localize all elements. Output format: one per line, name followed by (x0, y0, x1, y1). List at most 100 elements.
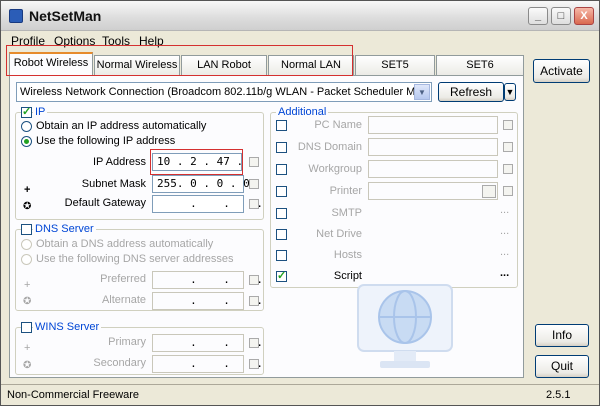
menu-tools[interactable]: Tools (102, 34, 130, 48)
smtp-more-button[interactable]: ... (500, 204, 509, 216)
pc-name-field[interactable] (368, 116, 498, 134)
wins-secondary-label: Secondary (93, 357, 146, 369)
profile-panel: Wireless Network Connection (Broadcom 80… (9, 75, 524, 378)
workgroup-history-icon[interactable] (503, 164, 513, 174)
additional-group-title: Additional (276, 106, 329, 118)
default-gateway-label: Default Gateway (64, 197, 146, 209)
subnet-mask-field[interactable]: 255. 0 . 0 . 0 (152, 175, 250, 193)
pc-name-history-icon[interactable] (503, 120, 513, 130)
menu-profile[interactable]: Profile (11, 34, 45, 48)
refresh-menu-button[interactable]: ▼ (504, 83, 516, 101)
status-bar: Non-Commercial Freeware 2.5.1 (1, 384, 599, 405)
wins-primary-label: Primary (108, 336, 146, 348)
dns-domain-history-icon[interactable] (503, 142, 513, 152)
app-icon (9, 9, 23, 23)
ip-auto-radio[interactable] (21, 121, 32, 132)
maximize-button[interactable]: □ (551, 7, 571, 25)
wins-secondary-field[interactable]: . . . (152, 355, 263, 373)
net-drive-more-button[interactable]: ... (500, 225, 509, 237)
pc-name-label: PC Name (314, 119, 362, 131)
dns-manual-radio[interactable] (21, 254, 32, 265)
ip-group-title: IP (33, 106, 48, 118)
wins-checkbox[interactable] (21, 322, 32, 333)
subnet-history-icon[interactable] (249, 179, 259, 189)
chevron-down-icon: ▼ (414, 84, 430, 100)
dns-checkbox[interactable] (21, 224, 32, 235)
activate-button[interactable]: Activate (533, 59, 590, 83)
hosts-checkbox[interactable] (276, 250, 287, 261)
wins-plus-icon[interactable]: + (24, 342, 30, 354)
window-title: NetSetMan (29, 8, 102, 24)
minimize-button[interactable]: _ (528, 7, 548, 25)
adapter-select[interactable]: Wireless Network Connection (Broadcom 80… (16, 82, 432, 102)
dns-domain-checkbox[interactable] (276, 142, 287, 153)
printer-history-icon[interactable] (503, 186, 513, 196)
dns-domain-field[interactable] (368, 138, 498, 156)
dns-group-title: DNS Server (33, 223, 96, 235)
alternate-history-icon[interactable] (249, 296, 259, 306)
tab-normal-lan[interactable]: Normal LAN (268, 55, 354, 75)
dns-auto-radio[interactable] (21, 239, 32, 250)
ip-manual-radio[interactable] (21, 136, 32, 147)
smtp-label: SMTP (331, 207, 362, 219)
tab-lan-robot[interactable]: LAN Robot (181, 55, 267, 75)
alternate-dns-label: Alternate (101, 294, 146, 306)
gateway-history-icon[interactable] (249, 199, 259, 209)
ip-address-field[interactable]: 10 . 2 . 47 . 6 (152, 153, 256, 171)
quit-button[interactable]: Quit (535, 355, 589, 378)
menu-bar: Profile Options Tools Help (1, 32, 599, 49)
dns-clock-icon[interactable]: ✪ (23, 296, 31, 307)
subnet-mask-label: Subnet Mask (81, 178, 146, 190)
ip-auto-label: Obtain an IP address automatically (36, 120, 207, 132)
hosts-label: Hosts (333, 249, 362, 261)
printer-select[interactable] (368, 182, 498, 200)
workgroup-checkbox[interactable] (276, 164, 287, 175)
dns-auto-label: Obtain a DNS address automatically (36, 238, 214, 250)
tab-normal-wireless[interactable]: Normal Wireless (94, 55, 180, 75)
ip-history-icon[interactable] (249, 157, 259, 167)
dns-domain-label: DNS Domain (297, 141, 362, 153)
workgroup-field[interactable] (368, 160, 498, 178)
plus-icon[interactable]: + (24, 184, 30, 196)
printer-chevron-down-icon[interactable] (482, 185, 496, 198)
wins-group-title: WINS Server (33, 321, 102, 333)
printer-label: Printer (329, 185, 362, 197)
default-gateway-field[interactable]: . . . (152, 195, 263, 213)
info-button[interactable]: Info (535, 324, 589, 347)
hosts-more-button[interactable]: ... (500, 246, 509, 258)
dns-plus-icon[interactable]: + (24, 279, 30, 291)
menu-options[interactable]: Options (54, 34, 95, 48)
license-status: Non-Commercial Freeware (7, 389, 140, 401)
close-button[interactable]: X (574, 7, 594, 25)
pc-name-checkbox[interactable] (276, 120, 287, 131)
refresh-button[interactable]: Refresh (438, 82, 504, 102)
ip-address-label: IP Address (93, 156, 146, 168)
wins-primary-history-icon[interactable] (249, 338, 259, 348)
adapter-value: Wireless Network Connection (Broadcom 80… (20, 86, 414, 98)
ip-checkbox[interactable] (21, 105, 32, 118)
tab-set5[interactable]: SET5 (355, 55, 435, 75)
ip-manual-label: Use the following IP address (36, 135, 176, 147)
version-label: 2.5.1 (546, 389, 571, 401)
menu-help[interactable]: Help (139, 34, 164, 48)
script-more-button[interactable]: ... (500, 267, 509, 279)
smtp-checkbox[interactable] (276, 208, 287, 219)
workgroup-label: Workgroup (308, 163, 362, 175)
net-drive-checkbox[interactable] (276, 229, 287, 240)
net-drive-label: Net Drive (316, 228, 362, 240)
clock-icon[interactable]: ✪ (23, 201, 31, 212)
wins-secondary-history-icon[interactable] (249, 359, 259, 369)
wins-primary-field[interactable]: . . . (152, 334, 263, 352)
preferred-dns-label: Preferred (100, 273, 146, 285)
main-window: NetSetMan _ □ X Profile Options Tools He… (0, 0, 600, 406)
printer-checkbox[interactable] (276, 186, 287, 197)
dns-manual-label: Use the following DNS server addresses (36, 253, 234, 265)
alternate-dns-field[interactable]: . . . (152, 292, 263, 310)
preferred-dns-field[interactable]: . . . (152, 271, 263, 289)
tab-set6[interactable]: SET6 (436, 55, 524, 75)
wins-clock-icon[interactable]: ✪ (23, 360, 31, 371)
tab-robot-wireless[interactable]: Robot Wireless (9, 52, 93, 76)
title-bar[interactable]: NetSetMan _ □ X (1, 1, 599, 31)
script-checkbox[interactable] (276, 269, 287, 282)
preferred-history-icon[interactable] (249, 275, 259, 285)
